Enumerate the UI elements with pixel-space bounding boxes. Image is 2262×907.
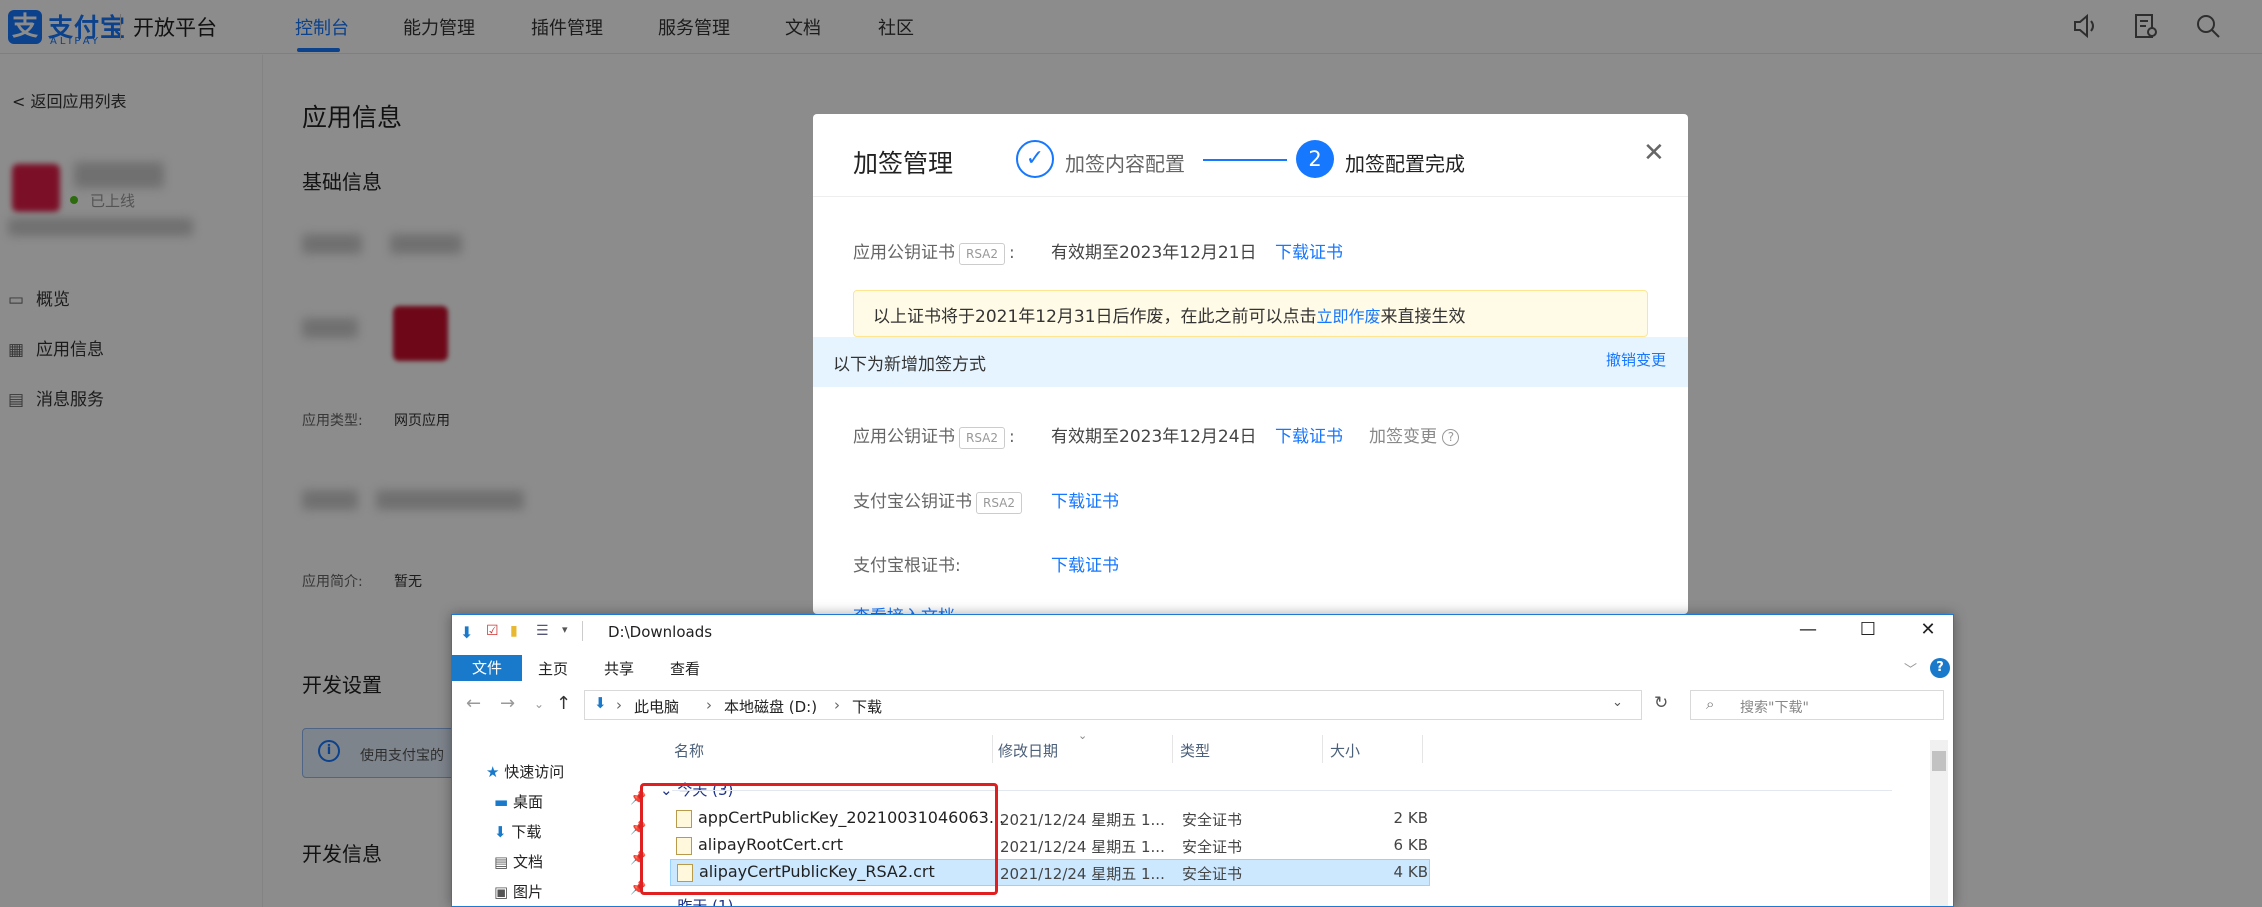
new-app-cert-validity: 有效期至2023年12月24日	[1051, 427, 1257, 447]
download-app-cert-old-link[interactable]: 下载证书	[1275, 238, 1343, 263]
properties-icon[interactable]: ☑	[486, 623, 499, 639]
column-date[interactable]: 修改日期	[998, 740, 1058, 761]
help-icon[interactable]: ?	[1930, 658, 1950, 678]
dialog-divider	[813, 196, 1688, 197]
download-alipay-cert-link[interactable]: 下载证书	[1051, 487, 1119, 512]
download-icon: ⬇	[494, 823, 507, 841]
scrollbar-thumb[interactable]	[1932, 751, 1946, 771]
search-input[interactable]	[1690, 690, 1944, 720]
file-size: 4 KB	[1393, 863, 1428, 881]
chevron-down-icon[interactable]: ▾	[562, 623, 568, 636]
sort-chevron-icon: ⌄	[1078, 729, 1088, 742]
step-done-check-icon: ✓	[1016, 140, 1054, 178]
file-type: 安全证书	[1182, 865, 1243, 883]
column-separator	[1172, 735, 1173, 763]
search-icon: ⌕	[1706, 695, 1715, 713]
close-icon[interactable]: ✕	[1643, 138, 1665, 168]
ribbon-tab-view[interactable]: 查看	[670, 658, 700, 679]
file-date: 2021/12/24 星期五 1...	[1000, 865, 1165, 883]
file-type: 安全证书	[1182, 838, 1243, 856]
tree-pictures[interactable]: ▣ 图片	[494, 881, 543, 902]
column-size[interactable]: 大小	[1330, 740, 1360, 761]
close-window-icon[interactable]: ✕	[1908, 619, 1948, 640]
star-icon: ★	[486, 763, 500, 781]
file-date: 2021/12/24 星期五 1...	[1000, 811, 1165, 829]
dialog-title: 加签管理	[853, 149, 954, 178]
column-separator	[992, 735, 993, 763]
column-separator	[1422, 735, 1423, 763]
ribbon-tab-share[interactable]: 共享	[604, 658, 634, 679]
download-arrow-icon: ⬇	[460, 623, 474, 642]
app-cert-row: 应用公钥证书 RSA2:	[853, 243, 1015, 265]
title-separator	[582, 621, 583, 641]
root-cert-label: 支付宝根证书:	[853, 556, 961, 576]
revoke-change-link[interactable]: 撤销变更	[1606, 349, 1666, 370]
refresh-icon[interactable]: ↻	[1654, 693, 1668, 713]
view-docs-link[interactable]: 查看接入文档	[853, 602, 955, 614]
step1-label: 加签内容配置	[1065, 152, 1185, 176]
minimize-icon[interactable]: —	[1788, 619, 1828, 640]
invalidate-now-link[interactable]: 立即作废	[1317, 307, 1381, 326]
step2-label: 加签配置完成	[1345, 152, 1465, 176]
ribbon-tab-file[interactable]: 文件	[452, 655, 522, 681]
tree-documents[interactable]: ▤ 文档	[494, 851, 543, 872]
desktop-icon: ▬	[494, 793, 509, 811]
recent-locations-icon[interactable]: ⌄	[534, 697, 544, 711]
ribbon-tab-home[interactable]: 主页	[538, 658, 568, 679]
group-yesterday[interactable]: ⌄ 昨天 (1)	[660, 895, 733, 907]
file-date: 2021/12/24 星期五 1...	[1000, 838, 1165, 856]
chevron-down-icon: ⌄	[660, 897, 673, 907]
breadcrumb-disk-d[interactable]: 本地磁盘 (D:)	[724, 696, 817, 717]
up-arrow-icon[interactable]: ↑	[556, 693, 571, 714]
download-root-cert-link[interactable]: 下载证书	[1051, 551, 1119, 576]
column-type[interactable]: 类型	[1180, 740, 1210, 761]
breadcrumb-this-pc[interactable]: 此电脑	[634, 696, 679, 717]
window-title: D:\Downloads	[608, 623, 713, 641]
rsa2-tag: RSA2	[976, 492, 1023, 514]
file-type: 安全证书	[1182, 811, 1243, 829]
picture-icon: ▣	[494, 883, 509, 901]
help-icon[interactable]: ?	[1442, 428, 1460, 446]
customize-toolbar-icon[interactable]: ☰	[536, 623, 549, 639]
document-icon: ▤	[494, 853, 509, 871]
forward-arrow-icon[interactable]: →	[500, 693, 515, 714]
downloads-folder-icon: ⬇	[594, 694, 607, 712]
breadcrumb-downloads[interactable]: 下载	[852, 696, 882, 717]
step-connector	[1203, 159, 1287, 161]
column-name[interactable]: 名称	[674, 740, 704, 761]
new-folder-icon[interactable]: ▮	[510, 623, 518, 639]
expand-ribbon-icon[interactable]: ﹀	[1904, 659, 1917, 678]
file-size: 6 KB	[1393, 836, 1428, 854]
rsa2-tag: RSA2	[959, 427, 1006, 449]
back-arrow-icon[interactable]: ←	[466, 693, 481, 714]
tree-desktop[interactable]: ▬ 桌面	[494, 791, 543, 812]
tree-downloads[interactable]: ⬇ 下载	[494, 821, 541, 842]
file-size: 2 KB	[1393, 809, 1428, 827]
warning-text: 以上证书将于2021年12月31日后作废，在此之前可以点击立即作废来直接生效	[873, 307, 1466, 327]
signing-change-label[interactable]: 加签变更 ?	[1369, 422, 1460, 447]
alipay-cert-row: 支付宝公钥证书 RSA2	[853, 487, 1026, 514]
app-cert-validity: 有效期至2023年12月21日	[1051, 243, 1257, 263]
search-placeholder: 搜索"下载"	[1740, 700, 1809, 716]
column-separator	[1322, 735, 1323, 763]
maximize-icon[interactable]: ☐	[1848, 619, 1888, 640]
new-signing-text: 以下为新增加签方式	[833, 355, 986, 375]
tree-quick-access[interactable]: ★ 快速访问	[486, 761, 564, 782]
download-app-cert-link[interactable]: 下载证书	[1275, 422, 1343, 447]
new-app-cert-row: 应用公钥证书 RSA2:	[853, 427, 1015, 449]
signing-management-dialog: 加签管理 ✓ 加签内容配置 2 加签配置完成 ✕ 应用公钥证书 RSA2: 有效期…	[813, 114, 1688, 614]
address-dropdown-icon[interactable]: ⌄	[1612, 695, 1623, 710]
step2-number: 2	[1296, 140, 1334, 178]
rsa2-tag: RSA2	[959, 243, 1006, 265]
highlight-annotation-box	[640, 783, 998, 895]
